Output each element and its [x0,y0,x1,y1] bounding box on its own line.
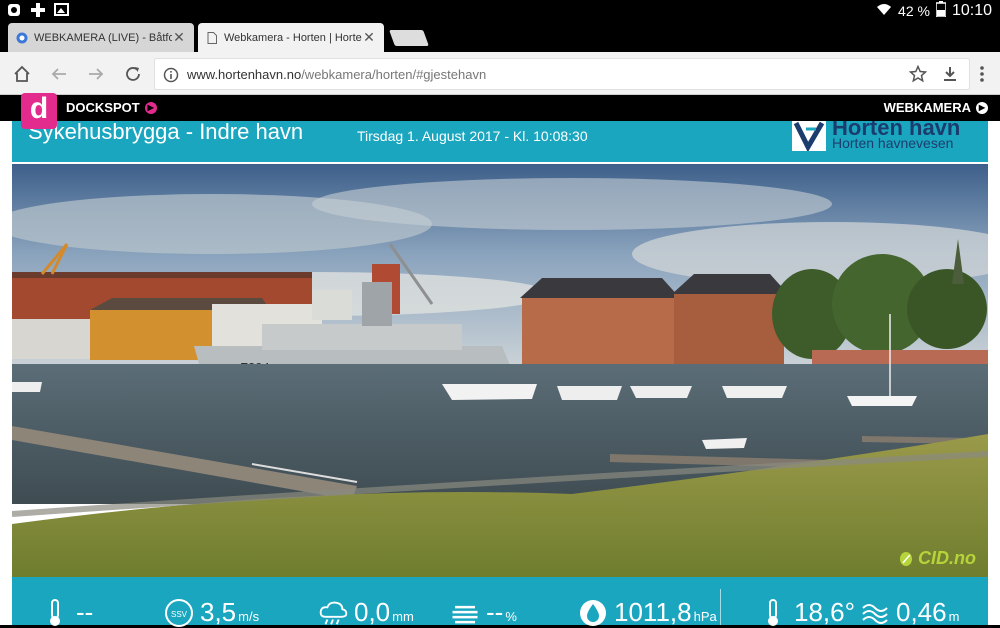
wind: SSV 3,5 m/s [164,597,259,628]
close-icon[interactable]: ✕ [172,29,186,46]
wind-direction-icon: SSV [164,598,194,627]
battery-percent: 42 % [898,2,930,19]
camera-title: Sykehusbrygga - Indre havn [28,121,304,144]
status-bar: 42 % 10:10 [0,0,1000,20]
water-thermometer-icon [758,598,788,627]
harbour-scene: F304 [12,164,988,577]
camera-header: Sykehusbrygga - Indre havn Tirsdag 1. Au… [12,121,988,162]
water-temp-value: 18,6° [794,597,856,627]
url-text[interactable]: www.hortenhavn.no/webkamera/horten/#gjes… [187,67,486,82]
thermometer-icon [40,598,70,627]
battery-icon [935,1,947,20]
rain-cloud-icon [318,599,348,627]
air-temperature: -- [40,597,93,628]
pressure-unit: hPa [693,609,717,624]
weather-bar: -- SSV 3,5 m/s 0,0 mm -- % 1011,8 hPa 18… [12,577,988,628]
plus-icon [30,2,46,18]
dockspot-label: DOCKSPOT [66,100,140,115]
tide-unit: m [948,609,960,624]
site-navbar: d DOCKSPOT ▶ WEBKAMERA ▶ [0,93,1000,129]
app-notification-icon [6,2,22,18]
wave-icon [860,599,890,627]
leaf-icon [898,551,914,567]
new-tab-button[interactable] [389,30,429,46]
pressure-value: 1011,8 [614,597,692,627]
fog-icon [450,599,480,627]
forward-arrow-icon[interactable] [84,62,108,86]
info-icon[interactable] [163,67,179,83]
tide-level: 0,46 m [860,597,959,628]
wind-unit: m/s [238,609,260,624]
water-temperature: 18,6° [758,597,855,628]
rain-value: 0,0 [354,597,391,627]
menu-dots-icon[interactable] [970,62,994,86]
brand-subtitle: Horten havnevesen [832,135,954,151]
browser-toolbar: www.hortenhavn.no/webkamera/horten/#gjes… [0,52,1000,95]
pressure-drop-icon [578,599,608,627]
watermark-text: CID.no [918,548,976,568]
anchor-logo-icon [792,121,826,153]
download-icon[interactable] [938,62,962,86]
tab-webkamera-horten[interactable]: Webkamera - Horten | Horten ✕ [198,23,384,52]
webkamera-label: WEBKAMERA [883,100,971,115]
webcam-image[interactable]: F304 [12,164,988,577]
humidity-value: -- [486,597,504,627]
tab-title: WEBKAMERA (LIVE) - Båtfolk [34,31,172,44]
gallery-icon [54,2,70,18]
tab-webkamera-live[interactable]: WEBKAMERA (LIVE) - Båtfolk ✕ [8,23,194,52]
air-temp-value: -- [76,597,94,627]
arrow-right-icon: ▶ [976,101,988,114]
webkamera-link[interactable]: WEBKAMERA ▶ [884,100,988,115]
pressure: 1011,8 hPa [578,597,717,628]
clock: 10:10 [951,1,992,19]
dockspot-logo[interactable]: d [21,93,57,129]
home-icon[interactable] [10,62,34,86]
bookmark-star-icon[interactable] [906,62,930,86]
address-bar[interactable]: www.hortenhavn.no/webkamera/horten/#gjes… [154,58,970,90]
weather-divider [720,589,721,625]
url-path: /webkamera/horten/#gjestehavn [301,67,487,82]
wind-value: 3,5 [200,597,237,627]
tab-globe-icon [16,32,28,44]
url-host: www.hortenhavn.no [187,67,302,82]
tab-strip: WEBKAMERA (LIVE) - Båtfolk ✕ Webkamera -… [0,20,1000,52]
camera-datetime: Tirsdag 1. August 2017 - Kl. 10:08:30 [357,128,588,144]
reload-icon[interactable] [121,62,145,86]
back-arrow-icon[interactable] [47,62,71,86]
humidity-unit: % [505,609,517,624]
wind-direction-text: SSV [171,610,188,619]
precipitation: 0,0 mm [318,597,414,628]
close-icon[interactable]: ✕ [362,29,376,46]
page-content: Sykehusbrygga - Indre havn Tirsdag 1. Au… [0,121,1000,628]
page-icon [206,31,218,44]
tide-value: 0,46 [896,597,947,627]
tab-title: Webkamera - Horten | Horten [224,31,362,44]
arrow-right-icon: ▶ [144,101,157,114]
humidity: -- % [450,597,517,628]
cid-watermark: CID.no [898,548,976,569]
dockspot-link[interactable]: DOCKSPOT ▶ [66,100,157,115]
rain-unit: mm [392,609,414,624]
wifi-icon [876,2,892,19]
